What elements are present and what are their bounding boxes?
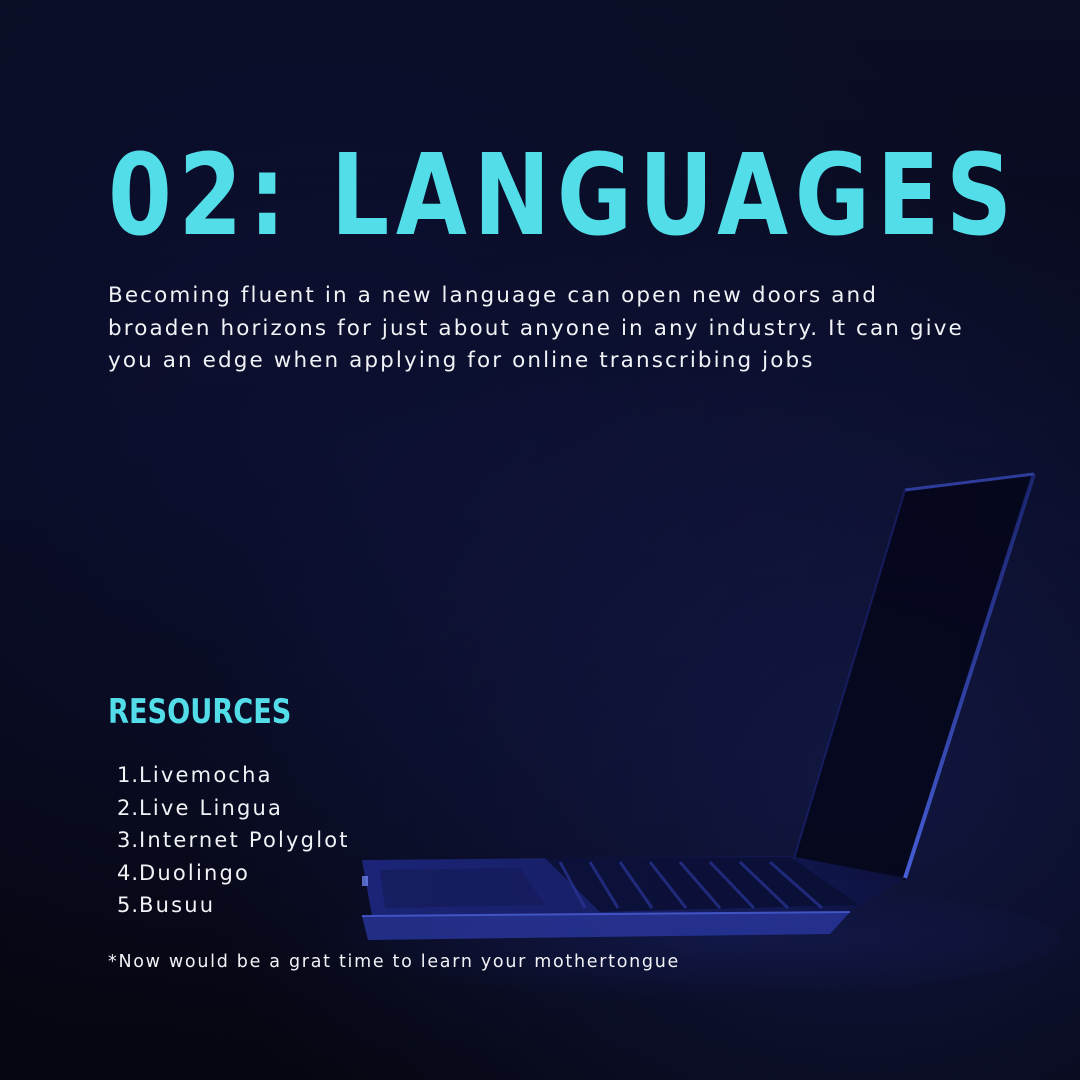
resource-number: 5. <box>116 893 139 917</box>
resource-item: 1. Livemocha <box>112 759 350 792</box>
page-title: 02: LANGUAGES <box>108 131 1019 261</box>
resource-label: Duolingo <box>139 860 251 885</box>
resource-item: 2. Live Lingua <box>112 792 350 825</box>
resource-list: 1. Livemocha 2. Live Lingua 3. Internet … <box>112 759 350 922</box>
resource-number: 4. <box>116 860 139 885</box>
resource-item: 5. Busuu <box>112 889 350 922</box>
resource-item: 3. Internet Polyglot <box>112 824 350 857</box>
resource-label: Livemocha <box>139 763 273 787</box>
footnote: *Now would be a grat time to learn your … <box>108 952 680 972</box>
intro-paragraph: Becoming fluent in a new language can op… <box>108 283 964 373</box>
resource-number: 3. <box>116 828 139 852</box>
resource-item: 4. Duolingo <box>112 857 350 890</box>
resources-heading: RESOURCES <box>108 692 292 732</box>
poster: 02: LANGUAGES Becoming fluent in a new l… <box>0 0 1080 1080</box>
resource-number: 1. <box>116 763 139 787</box>
resource-label: Busuu <box>139 893 216 917</box>
resource-number: 2. <box>116 795 139 820</box>
resource-label: Internet Polyglot <box>139 828 350 852</box>
resource-label: Live Lingua <box>139 795 284 820</box>
